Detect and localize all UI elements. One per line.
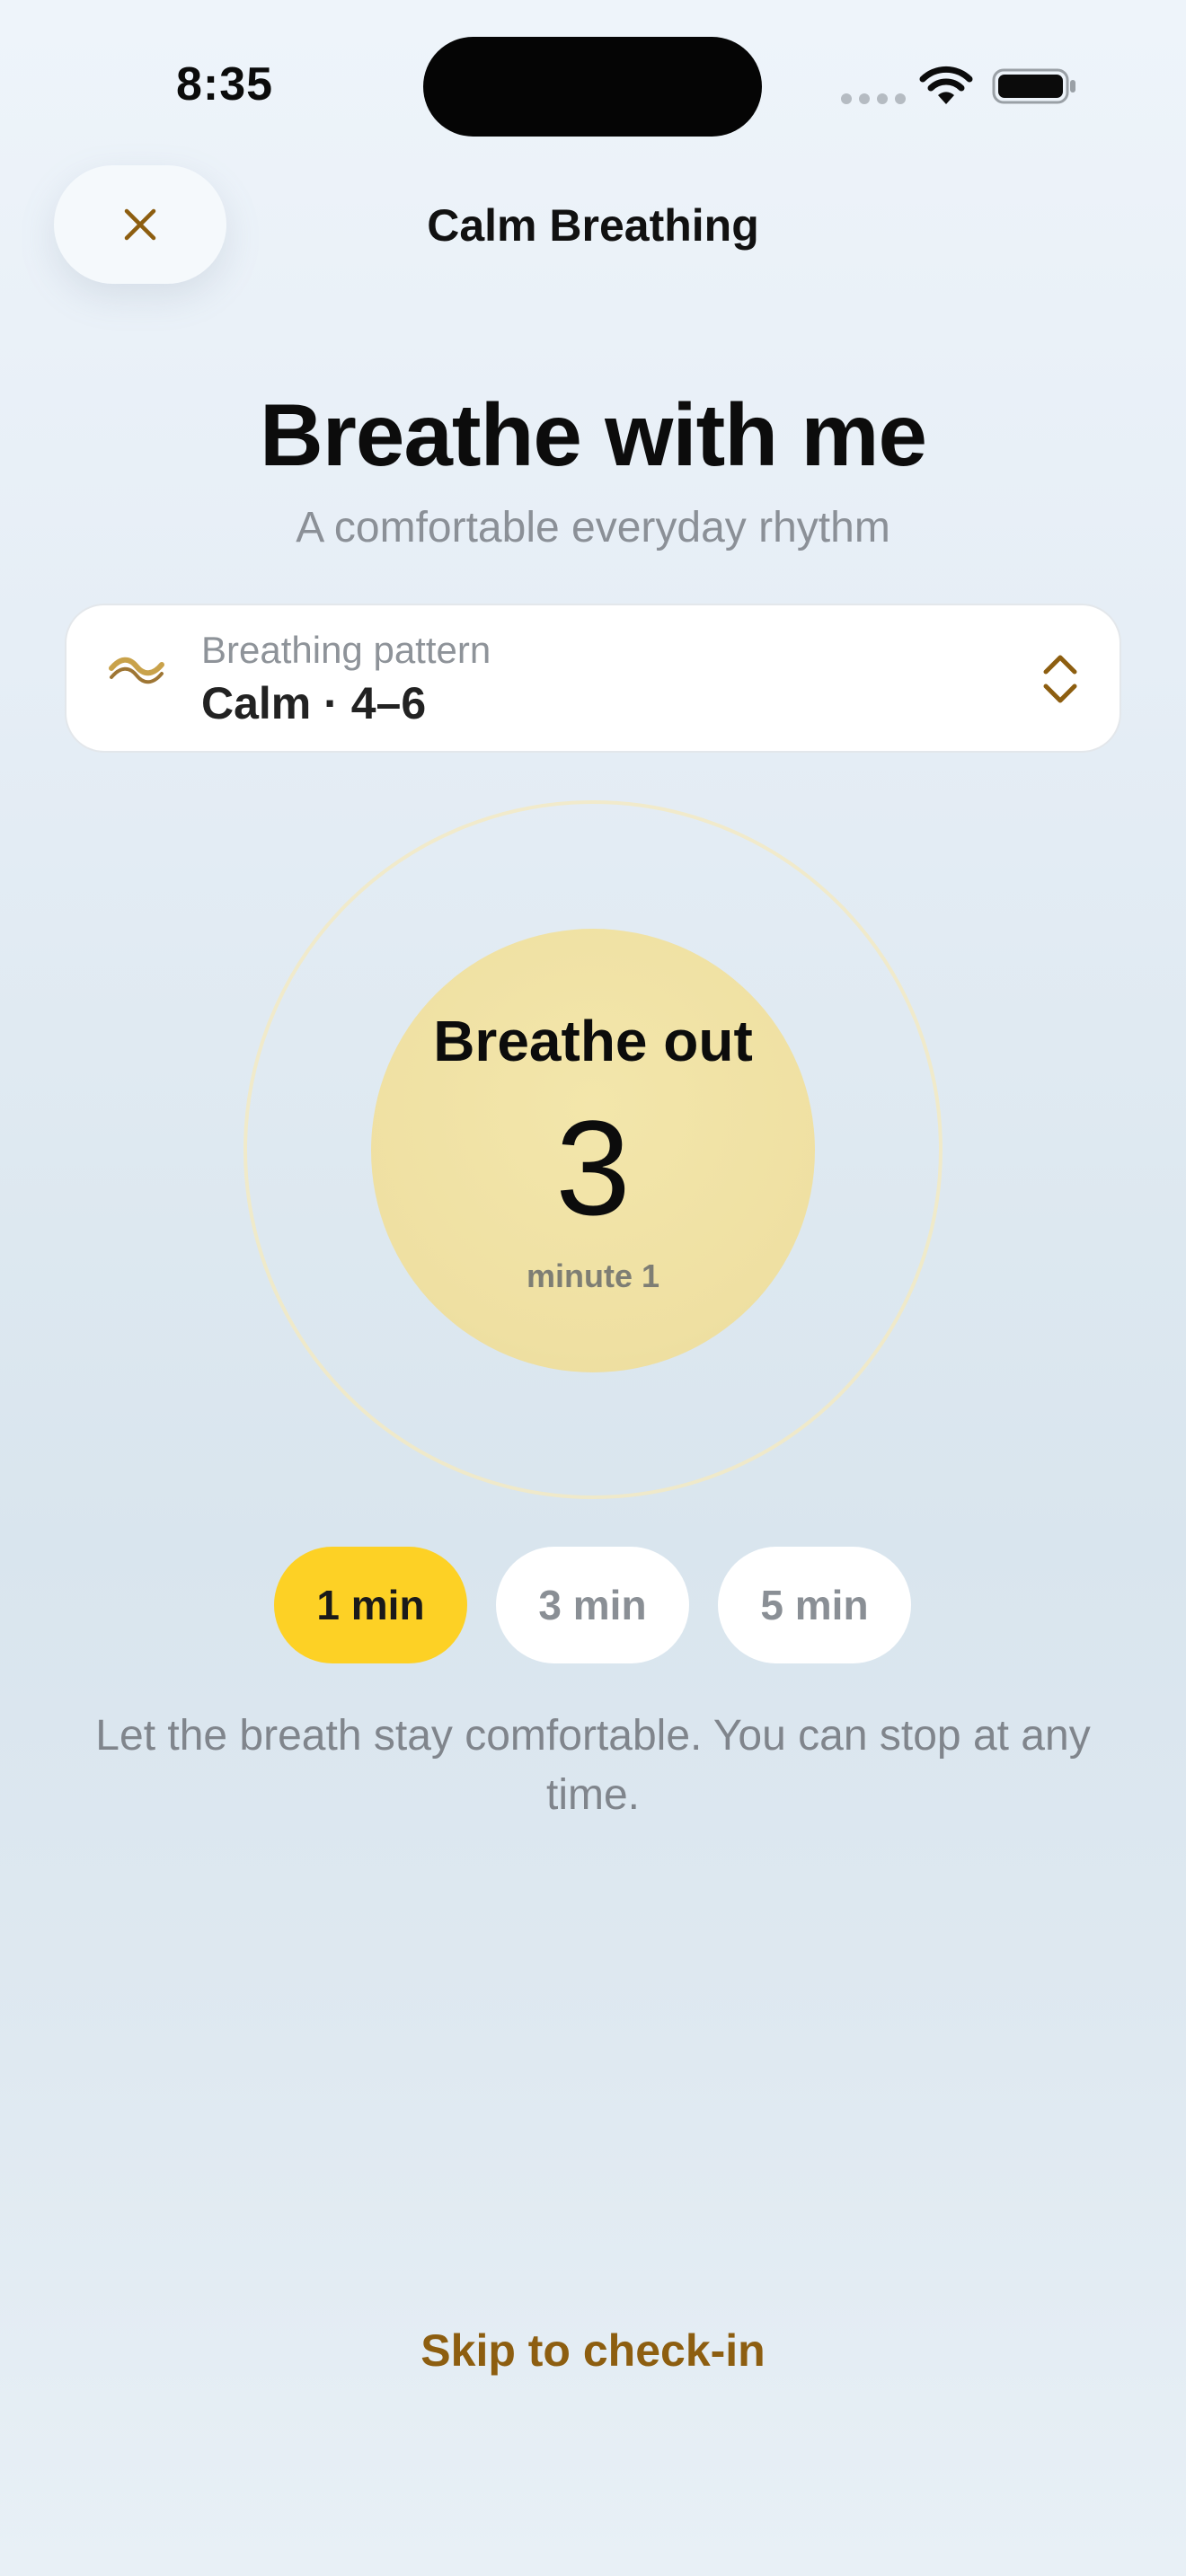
hint-text: Let the breath stay comfortable. You can… (95, 1712, 1091, 1819)
nav-title: Calm Breathing (427, 200, 759, 251)
minute-label: minute 1 (526, 1257, 660, 1294)
duration-1-min-button[interactable]: 1 min (274, 1547, 467, 1663)
skip-to-check-in-button[interactable]: Skip to check-in (323, 2325, 863, 2377)
duration-5-min-button[interactable]: 5 min (718, 1547, 911, 1663)
battery-icon (992, 68, 1075, 104)
breath-phase-label: Breathe out (433, 1009, 753, 1073)
close-icon (124, 208, 156, 241)
page-title: Breathe with me (260, 385, 927, 484)
duration-selector: 1 min 3 min 5 min (274, 1547, 911, 1663)
dynamic-island (423, 37, 762, 137)
wifi-icon (919, 66, 973, 104)
duration-3-min-button[interactable]: 3 min (496, 1547, 689, 1663)
wave-icon (109, 657, 164, 684)
status-bar: 8:35 (0, 0, 1186, 171)
pattern-label: Breathing pattern (201, 629, 491, 671)
breath-circle: Breathe out 3 minute 1 (371, 929, 815, 1372)
breathing-pattern-selector[interactable]: Breathing pattern Calm · 4–6 (65, 604, 1121, 753)
signal-dots-icon (841, 93, 906, 104)
chevron-updown-icon (1043, 655, 1077, 703)
breath-count: 3 (555, 1092, 631, 1243)
status-time: 8:35 (175, 58, 274, 110)
close-button[interactable] (54, 165, 226, 284)
pattern-value: Calm · 4–6 (201, 678, 427, 728)
page-subtitle: A comfortable everyday rhythm (296, 504, 890, 551)
